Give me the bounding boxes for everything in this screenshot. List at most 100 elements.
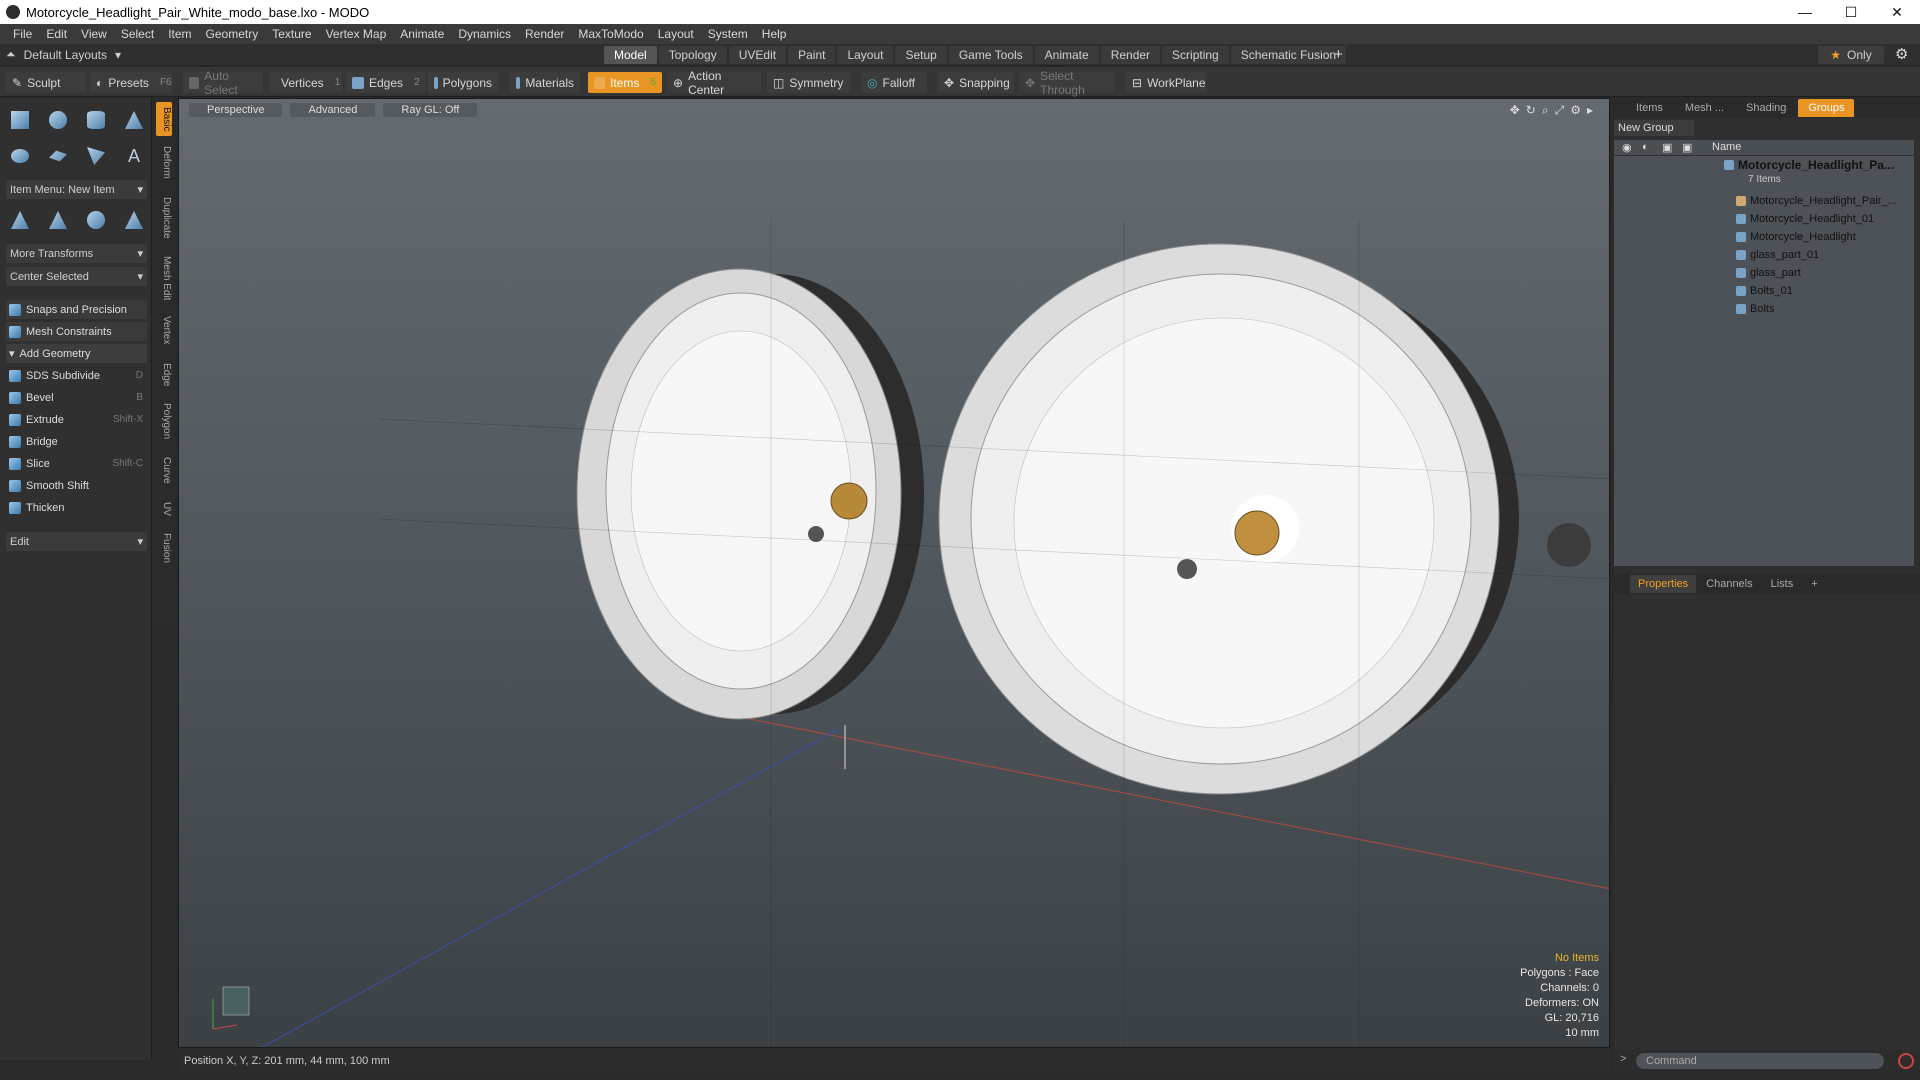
vtab-duplicate[interactable]: Duplicate	[156, 194, 172, 242]
visibility-icon[interactable]: ◉	[1622, 141, 1632, 154]
list-item[interactable]: glass_part	[1614, 264, 1914, 282]
fit-icon[interactable]: ⤢	[1555, 103, 1565, 118]
expand-icon[interactable]: ▸	[1587, 103, 1593, 118]
snapping-button[interactable]: ✥ Snapping	[938, 72, 1014, 93]
vtab-mesh-edit[interactable]: Mesh Edit	[156, 254, 172, 302]
menu-dynamics[interactable]: Dynamics	[451, 24, 518, 44]
edges-button[interactable]: Edges 2	[346, 72, 426, 93]
rotate-view-icon[interactable]: ↻	[1526, 103, 1536, 118]
vtab-polygon[interactable]: Polygon	[156, 400, 172, 442]
tab-scripting[interactable]: Scripting	[1162, 46, 1229, 64]
new-group-button[interactable]: New Group	[1614, 120, 1694, 136]
presets-button[interactable]: ◐ Presets F6	[90, 72, 172, 93]
select-through-button[interactable]: ✥ Select Through	[1019, 69, 1115, 97]
center-selected-dropdown[interactable]: Center Selected ▾	[6, 267, 147, 286]
move-tool-icon[interactable]	[6, 206, 34, 234]
tab-schematic-fusion[interactable]: Schematic Fusion	[1230, 46, 1347, 64]
scale-tool-icon[interactable]	[82, 206, 110, 234]
cylinder-primitive-icon[interactable]	[82, 106, 110, 134]
tab-channels[interactable]: Channels	[1698, 575, 1760, 593]
sculpt-button[interactable]: ✎ Sculpt	[6, 72, 86, 93]
menu-view[interactable]: View	[74, 24, 114, 44]
viewport-settings-icon[interactable]: ⚙	[1570, 103, 1581, 118]
vtab-uv[interactable]: UV	[156, 498, 172, 520]
perspective-button[interactable]: Perspective	[189, 103, 283, 117]
tab-paint[interactable]: Paint	[788, 46, 836, 64]
menu-render[interactable]: Render	[518, 24, 571, 44]
tab-shading[interactable]: Shading	[1736, 99, 1796, 117]
tab-uvedit[interactable]: UVEdit	[728, 46, 787, 64]
sds-subdivide-button[interactable]: SDS Subdivide D	[6, 366, 147, 385]
list-item[interactable]: Motorcycle_Headlight_01	[1614, 210, 1914, 228]
tab-game-tools[interactable]: Game Tools	[948, 46, 1033, 64]
mesh-constraints-button[interactable]: Mesh Constraints	[6, 322, 147, 341]
menu-maxtomodo[interactable]: MaxToModo	[571, 24, 650, 44]
list-item[interactable]: Motorcycle_Headlight_Pair_...	[1614, 192, 1914, 210]
gear-icon[interactable]: ⚙	[1895, 45, 1908, 63]
more-transforms-dropdown[interactable]: More Transforms ▾	[6, 244, 147, 263]
minimize-icon[interactable]: —	[1782, 0, 1828, 24]
add-tab-icon[interactable]: +	[1334, 46, 1343, 64]
layout-dropdown[interactable]: Default Layouts	[24, 48, 107, 62]
menu-select[interactable]: Select	[114, 24, 161, 44]
thicken-button[interactable]: Thicken	[6, 498, 147, 517]
edit-dropdown[interactable]: Edit ▾	[6, 532, 147, 551]
pen-tool-icon[interactable]	[82, 142, 110, 170]
lock-icon[interactable]: ▣	[1662, 141, 1672, 154]
tab-mesh[interactable]: Mesh ...	[1675, 99, 1734, 117]
close-icon[interactable]: ✕	[1874, 0, 1920, 24]
menu-edit[interactable]: Edit	[39, 24, 74, 44]
items-button[interactable]: Items 5	[588, 72, 662, 93]
maximize-icon[interactable]: ☐	[1828, 0, 1874, 24]
cone-primitive-icon[interactable]	[120, 106, 148, 134]
menu-texture[interactable]: Texture	[265, 24, 318, 44]
raygl-button[interactable]: Ray GL: Off	[383, 103, 478, 117]
bridge-button[interactable]: Bridge	[6, 432, 147, 451]
group-root-row[interactable]: Motorcycle_Headlight_Pa...	[1614, 156, 1914, 174]
tab-animate[interactable]: Animate	[1034, 46, 1099, 64]
select-icon[interactable]: ▣	[1682, 141, 1692, 154]
only-button[interactable]: ★ Only	[1818, 46, 1884, 64]
torus-primitive-icon[interactable]	[6, 142, 34, 170]
bevel-button[interactable]: Bevel B	[6, 388, 147, 407]
smooth-shift-button[interactable]: Smooth Shift	[6, 476, 147, 495]
advanced-button[interactable]: Advanced	[290, 103, 376, 117]
tab-items[interactable]: Items	[1626, 99, 1673, 117]
tube-tool-icon[interactable]	[44, 142, 72, 170]
symmetry-button[interactable]: ◫ Symmetry	[767, 72, 851, 93]
tab-topology[interactable]: Topology	[658, 46, 727, 64]
list-item[interactable]: Bolts_01	[1614, 282, 1914, 300]
materials-button[interactable]: Materials	[510, 72, 580, 93]
vtab-deform[interactable]: Deform	[156, 142, 172, 182]
text-tool-icon[interactable]: A	[120, 142, 148, 170]
item-menu-dropdown[interactable]: Item Menu: New Item ▾	[6, 180, 147, 199]
layout-up-icon[interactable]: ⏶	[6, 47, 16, 62]
auto-select-button[interactable]: Auto Select	[183, 69, 263, 97]
vtab-basic[interactable]: Basic	[156, 102, 172, 136]
slice-button[interactable]: Slice Shift-C	[6, 454, 147, 473]
tab-render[interactable]: Render	[1100, 46, 1161, 64]
tab-layout[interactable]: Layout	[837, 46, 894, 64]
sphere-primitive-icon[interactable]	[44, 106, 72, 134]
menu-animate[interactable]: Animate	[393, 24, 451, 44]
vtab-fusion[interactable]: Fusion	[156, 530, 172, 566]
3d-viewport[interactable]: Perspective Advanced Ray GL: Off ✥ ↻ ⌕ ⤢…	[178, 98, 1610, 1048]
polygons-button[interactable]: Polygons	[428, 72, 498, 93]
vtab-curve[interactable]: Curve	[156, 454, 172, 486]
render-icon[interactable]: ◐	[1642, 141, 1649, 153]
falloff-button[interactable]: ◎ Falloff	[861, 72, 927, 93]
cube-primitive-icon[interactable]	[6, 106, 34, 134]
menu-help[interactable]: Help	[755, 24, 794, 44]
menu-file[interactable]: File	[6, 24, 39, 44]
list-item[interactable]: glass_part_01	[1614, 246, 1914, 264]
pan-icon[interactable]: ✥	[1510, 103, 1520, 118]
extrude-button[interactable]: Extrude Shift-X	[6, 410, 147, 429]
tab-lists[interactable]: Lists	[1763, 575, 1802, 593]
tab-model[interactable]: Model	[604, 46, 657, 64]
zoom-icon[interactable]: ⌕	[1542, 103, 1549, 118]
record-icon[interactable]	[1898, 1053, 1914, 1069]
menu-item[interactable]: Item	[161, 24, 198, 44]
tab-setup[interactable]: Setup	[895, 46, 947, 64]
command-input[interactable]: Command	[1636, 1053, 1884, 1069]
menu-geometry[interactable]: Geometry	[199, 24, 266, 44]
